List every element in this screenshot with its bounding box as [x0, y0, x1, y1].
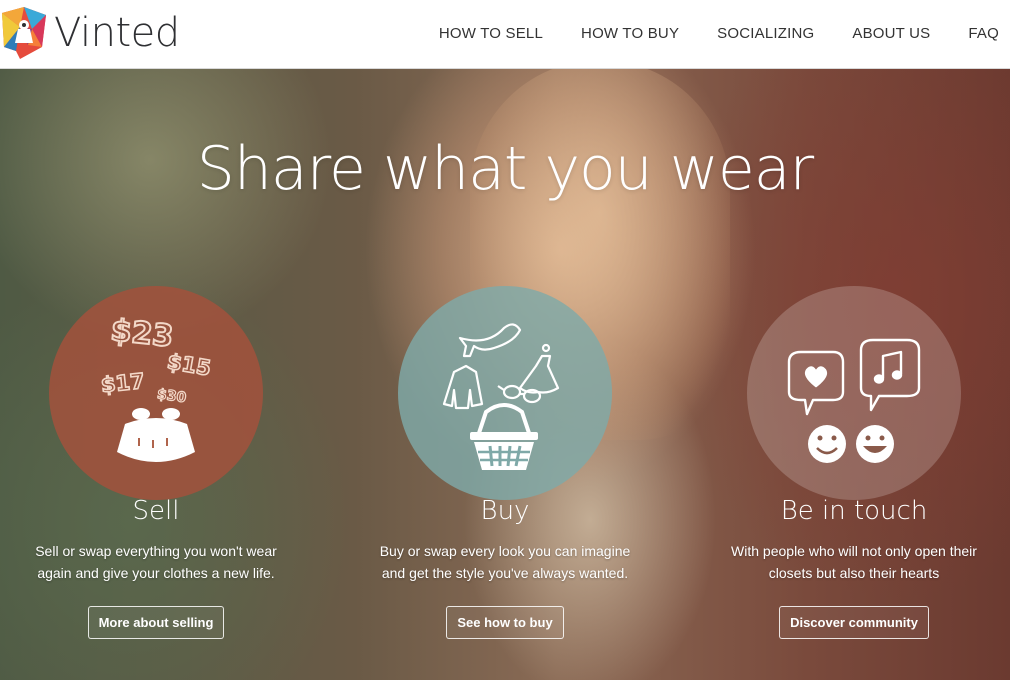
main-nav: HOW TO SELL HOW TO BUY SOCIALIZING ABOUT… [439, 0, 1010, 66]
sell-circle: $23 $15 $17 $30 [49, 286, 263, 500]
nav-how-to-sell[interactable]: HOW TO SELL [439, 25, 543, 42]
dress-icon [518, 343, 560, 394]
smiley-icon [808, 425, 846, 463]
see-how-to-buy-button[interactable]: See how to buy [446, 606, 564, 639]
jacket-icon [442, 364, 484, 410]
high-heel-icon [458, 323, 522, 358]
heart-bubble-icon [787, 350, 845, 416]
brand-name: Vinted [54, 10, 180, 56]
price-tag-4: $30 [156, 386, 187, 406]
discover-community-button[interactable]: Discover community [779, 606, 929, 639]
feature-be-in-touch: Be in touch With people who will not onl… [699, 286, 1009, 639]
buy-illustration [442, 323, 560, 470]
sell-illustration: $23 $15 $17 $30 [99, 312, 214, 462]
shopping-basket-icon [470, 403, 538, 470]
buy-circle [398, 286, 612, 500]
more-about-selling-button[interactable]: More about selling [87, 606, 225, 639]
nav-about-us[interactable]: ABOUT US [852, 25, 930, 42]
be-in-touch-circle [747, 286, 961, 500]
feature-sell-description: Sell or swap everything you won't wear a… [35, 543, 277, 581]
nav-how-to-buy[interactable]: HOW TO BUY [581, 25, 679, 42]
hero-headline: Share what you wear [196, 134, 814, 204]
price-tag-2: $15 [165, 349, 212, 380]
sunglasses-icon [497, 384, 542, 404]
logo[interactable]: Vinted [2, 5, 180, 61]
feature-sell-title: Sell [132, 496, 180, 526]
social-illustration [787, 338, 921, 463]
vinted-logo-icon [2, 7, 46, 59]
coin-purse-icon [117, 408, 195, 462]
music-bubble-icon [859, 338, 921, 412]
feature-buy-description: Buy or swap every look you can imagine a… [379, 543, 631, 581]
nav-faq[interactable]: FAQ [968, 25, 999, 42]
feature-buy-title: Buy [480, 496, 530, 526]
top-navigation-bar: Vinted HOW TO SELL HOW TO BUY SOCIALIZIN… [0, 0, 1010, 69]
price-tag-3: $17 [100, 369, 146, 397]
feature-be-in-touch-description: With people who will not only open their… [731, 543, 977, 581]
nav-socializing[interactable]: SOCIALIZING [717, 25, 814, 42]
feature-be-in-touch-title: Be in touch [780, 496, 928, 526]
grin-icon [856, 425, 894, 463]
price-tag-1: $23 [109, 313, 175, 354]
feature-sell: $23 $15 $17 $30 Sell Sell or swap everyt… [1, 286, 311, 639]
feature-buy: Buy Buy or swap every look you can imagi… [350, 286, 660, 639]
